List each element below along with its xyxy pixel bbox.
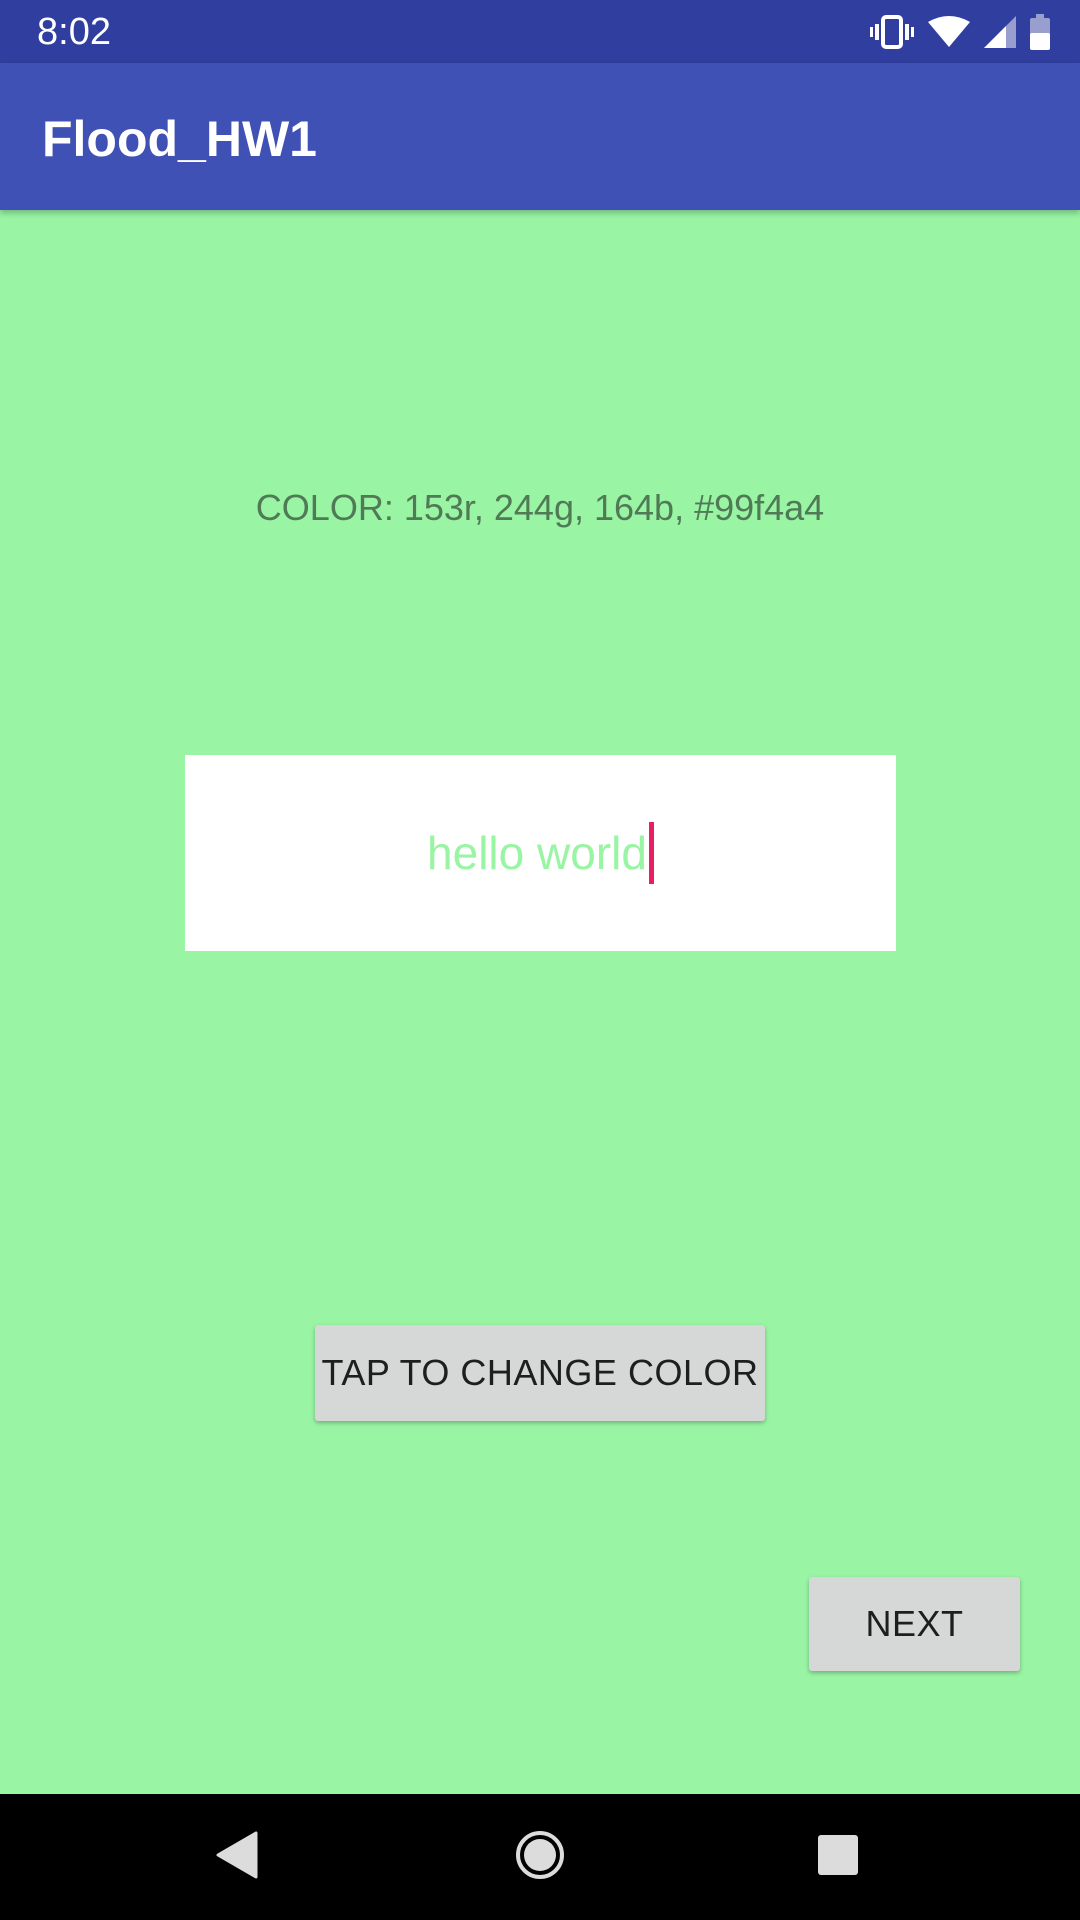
recents-icon xyxy=(817,1834,859,1881)
status-time: 8:02 xyxy=(37,11,111,53)
status-bar: 8:02 xyxy=(0,0,1080,63)
app-bar: Flood_HW1 xyxy=(0,63,1080,210)
battery-icon xyxy=(1030,14,1050,50)
vibrate-icon xyxy=(870,15,914,49)
home-button[interactable] xyxy=(480,1794,600,1920)
app-title: Flood_HW1 xyxy=(42,111,317,167)
status-icons xyxy=(870,12,1050,52)
text-input-field[interactable]: hello world xyxy=(185,755,896,951)
recents-button[interactable] xyxy=(778,1794,898,1920)
wifi-icon xyxy=(928,16,970,48)
text-cursor xyxy=(648,822,654,884)
back-icon xyxy=(216,1831,260,1884)
back-button[interactable] xyxy=(178,1794,298,1920)
next-button[interactable]: NEXT xyxy=(809,1577,1020,1671)
text-input-value[interactable]: hello world xyxy=(427,825,647,881)
navigation-bar xyxy=(0,1794,1080,1920)
main-content: COLOR: 153r, 244g, 164b, #99f4a4 hello w… xyxy=(0,210,1080,1794)
home-icon xyxy=(515,1830,565,1885)
change-color-button[interactable]: TAP TO CHANGE COLOR xyxy=(315,1325,765,1421)
signal-icon xyxy=(984,16,1016,48)
color-readout: COLOR: 153r, 244g, 164b, #99f4a4 xyxy=(255,487,825,528)
